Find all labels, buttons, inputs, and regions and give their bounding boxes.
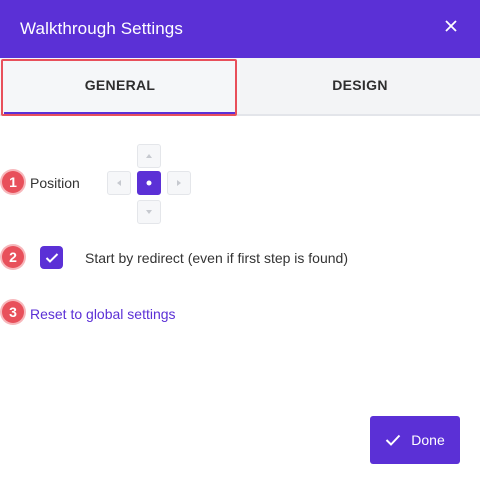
annotation-badge-3: 3 bbox=[2, 301, 24, 323]
tab-design[interactable]: DESIGN bbox=[240, 58, 480, 112]
arrow-left-icon bbox=[117, 180, 121, 186]
redirect-checkbox[interactable] bbox=[40, 246, 63, 269]
active-tab-indicator bbox=[4, 112, 236, 114]
done-button[interactable]: Done bbox=[370, 416, 460, 464]
dialog-title: Walkthrough Settings bbox=[20, 19, 183, 38]
arrow-up-icon bbox=[146, 154, 152, 158]
position-right-button[interactable] bbox=[167, 171, 191, 195]
dialog-header: Walkthrough Settings bbox=[0, 0, 480, 58]
position-top-button[interactable] bbox=[137, 144, 161, 168]
position-center-button[interactable] bbox=[137, 171, 161, 195]
annotation-badge-1: 1 bbox=[2, 171, 24, 193]
annotation-badge-2: 2 bbox=[2, 246, 24, 268]
arrow-down-icon bbox=[146, 210, 152, 214]
reset-to-global-link[interactable]: Reset to global settings bbox=[30, 306, 176, 322]
done-button-label: Done bbox=[411, 432, 445, 448]
arrow-right-icon bbox=[177, 180, 181, 186]
position-bottom-button[interactable] bbox=[137, 200, 161, 224]
checkmark-icon bbox=[386, 434, 401, 446]
checkmark-icon bbox=[45, 252, 58, 263]
center-dot-icon bbox=[146, 180, 152, 186]
position-label: Position bbox=[30, 175, 80, 191]
close-icon[interactable] bbox=[444, 19, 458, 33]
redirect-label: Start by redirect (even if first step is… bbox=[85, 250, 348, 266]
tab-general[interactable]: GENERAL bbox=[0, 58, 240, 114]
tab-bar: GENERAL DESIGN bbox=[0, 58, 480, 116]
position-left-button[interactable] bbox=[107, 171, 131, 195]
tab-general-label: GENERAL bbox=[84, 77, 156, 93]
tab-design-label: DESIGN bbox=[332, 77, 388, 93]
